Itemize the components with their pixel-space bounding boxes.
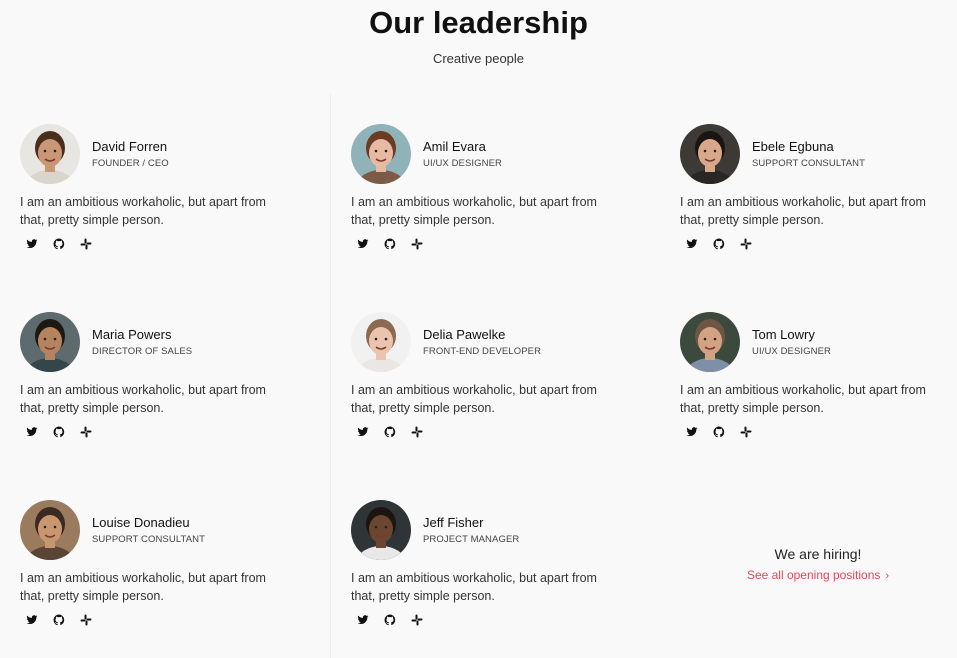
team-member-card: David Forren FOUNDER / CEO I am an ambitio… xyxy=(0,94,330,282)
open-positions-link[interactable]: See all opening positions › xyxy=(680,568,956,582)
twitter-icon[interactable] xyxy=(26,237,38,249)
github-icon[interactable] xyxy=(53,613,65,626)
avatar xyxy=(680,124,740,184)
chevron-right-icon: › xyxy=(885,570,890,582)
member-header: Maria Powers DIRECTOR OF SALES xyxy=(20,312,330,372)
member-header: Jeff Fisher PROJECT MANAGER xyxy=(351,500,660,560)
slack-icon[interactable] xyxy=(80,613,92,626)
twitter-icon[interactable] xyxy=(686,237,698,249)
member-identity: Delia Pawelke FRONT-END DEVELOPER xyxy=(423,327,541,357)
member-bio: I am an ambitious workaholic, but apart … xyxy=(351,195,597,227)
github-icon[interactable] xyxy=(53,425,65,438)
twitter-icon[interactable] xyxy=(26,613,38,625)
open-positions-label: See all opening positions xyxy=(746,568,881,582)
member-name: Louise Donadieu xyxy=(92,515,190,530)
page-title: Our leadership xyxy=(369,5,588,40)
twitter-icon[interactable] xyxy=(357,425,369,437)
twitter-icon[interactable] xyxy=(357,613,369,625)
github-icon[interactable] xyxy=(713,425,725,438)
github-icon[interactable] xyxy=(53,237,65,250)
avatar xyxy=(20,124,80,184)
member-name: Maria Powers xyxy=(92,327,172,342)
member-role: FOUNDER / CEO xyxy=(92,158,169,169)
member-name: Amil Evara xyxy=(423,139,486,154)
member-bio: I am an ambitious workaholic, but apart … xyxy=(351,383,597,415)
slack-icon[interactable] xyxy=(80,237,92,250)
team-member-card: Maria Powers DIRECTOR OF SALES I am an amb… xyxy=(0,282,330,470)
member-identity: Maria Powers DIRECTOR OF SALES xyxy=(92,327,192,357)
member-header: Tom Lowry UI/UX DESIGNER xyxy=(680,312,957,372)
member-bio: I am an ambitious workaholic, but apart … xyxy=(20,571,266,603)
member-identity: Louise Donadieu SUPPORT CONSULTANT xyxy=(92,515,205,545)
member-identity: Tom Lowry UI/UX DESIGNER xyxy=(752,327,831,357)
github-icon[interactable] xyxy=(713,237,725,250)
page-subtitle: Creative people xyxy=(432,51,525,66)
member-identity: David Forren FOUNDER / CEO xyxy=(92,139,169,169)
member-bio: I am an ambitious workaholic, but apart … xyxy=(20,383,266,415)
team-member-card: Jeff Fisher PROJECT MANAGER I am an ambiti… xyxy=(330,470,660,658)
avatar xyxy=(20,500,80,560)
member-name: Delia Pawelke xyxy=(423,327,506,342)
member-bio: I am an ambitious workaholic, but apart … xyxy=(20,195,266,227)
member-header: Ebele Egbuna SUPPORT CONSULTANT xyxy=(680,124,957,184)
avatar xyxy=(351,124,411,184)
member-header: Delia Pawelke FRONT-END DEVELOPER xyxy=(351,312,660,372)
team-member-card: Amil Evara UI/UX DESIGNER I am an ambitiou… xyxy=(330,94,660,282)
team-member-card: Ebele Egbuna SUPPORT CONSULTANT I am an am… xyxy=(660,94,957,282)
member-name: Tom Lowry xyxy=(752,327,815,342)
member-identity: Ebele Egbuna SUPPORT CONSULTANT xyxy=(752,139,865,169)
hiring-block: We are hiring! See all opening positions… xyxy=(680,546,956,582)
page-header: Our leadership Creative people xyxy=(0,0,957,66)
social-links xyxy=(680,425,957,438)
avatar xyxy=(680,312,740,372)
member-name: Jeff Fisher xyxy=(423,515,484,530)
member-bio: I am an ambitious workaholic, but apart … xyxy=(351,571,597,603)
member-bio: I am an ambitious workaholic, but apart … xyxy=(680,195,926,227)
slack-icon[interactable] xyxy=(411,425,423,438)
member-bio: I am an ambitious workaholic, but apart … xyxy=(680,383,926,415)
social-links xyxy=(351,425,660,438)
team-member-card: Delia Pawelke FRONT-END DEVELOPER I am an … xyxy=(330,282,660,470)
slack-icon[interactable] xyxy=(740,425,752,438)
github-icon[interactable] xyxy=(384,237,396,250)
member-header: Amil Evara UI/UX DESIGNER xyxy=(351,124,660,184)
member-identity: Amil Evara UI/UX DESIGNER xyxy=(423,139,502,169)
member-role: SUPPORT CONSULTANT xyxy=(92,534,206,545)
twitter-icon[interactable] xyxy=(26,425,38,437)
member-header: Louise Donadieu SUPPORT CONSULTANT xyxy=(20,500,330,560)
social-links xyxy=(351,613,660,626)
member-role: DIRECTOR OF SALES xyxy=(92,346,193,357)
member-name: Ebele Egbuna xyxy=(752,139,834,154)
member-role: UI/UX DESIGNER xyxy=(752,346,831,357)
team-member-card: Louise Donadieu SUPPORT CONSULTANT I am an… xyxy=(0,470,330,658)
avatar xyxy=(351,500,411,560)
social-links xyxy=(351,237,660,250)
github-icon[interactable] xyxy=(384,613,396,626)
avatar xyxy=(20,312,80,372)
slack-icon[interactable] xyxy=(411,613,423,626)
social-links xyxy=(680,237,957,250)
slack-icon[interactable] xyxy=(411,237,423,250)
github-icon[interactable] xyxy=(384,425,396,438)
hiring-title: We are hiring! xyxy=(774,546,862,562)
slack-icon[interactable] xyxy=(740,237,752,250)
member-role: PROJECT MANAGER xyxy=(423,534,520,545)
social-links xyxy=(20,613,330,626)
twitter-icon[interactable] xyxy=(357,237,369,249)
social-links xyxy=(20,237,330,250)
member-role: UI/UX DESIGNER xyxy=(423,158,502,169)
avatar xyxy=(351,312,411,372)
twitter-icon[interactable] xyxy=(686,425,698,437)
social-links xyxy=(20,425,330,438)
member-header: David Forren FOUNDER / CEO xyxy=(20,124,330,184)
team-member-card: Tom Lowry UI/UX DESIGNER I am an ambitious… xyxy=(660,282,957,470)
member-name: David Forren xyxy=(92,139,168,154)
member-role: FRONT-END DEVELOPER xyxy=(423,346,542,357)
slack-icon[interactable] xyxy=(80,425,92,438)
member-role: SUPPORT CONSULTANT xyxy=(752,158,866,169)
member-identity: Jeff Fisher PROJECT MANAGER xyxy=(423,515,519,545)
